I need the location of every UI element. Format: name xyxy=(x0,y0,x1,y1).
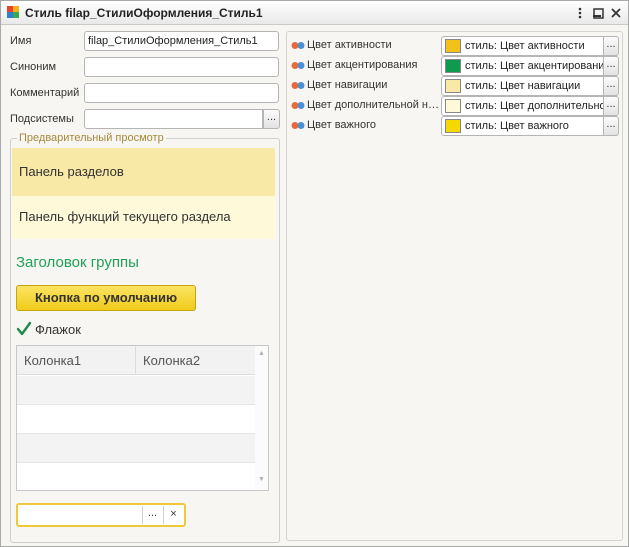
left-pane: Имя filap_СтилиОформления_Стиль1 Синоним… xyxy=(8,30,284,543)
color-value: стиль: Цвет важного xyxy=(465,120,569,132)
color-value: стиль: Цвет активности xyxy=(465,40,585,52)
color-name: Цвет важного xyxy=(307,119,376,131)
table-row[interactable] xyxy=(17,376,255,405)
color-value: стиль: Цвет навигации xyxy=(465,80,581,92)
more-actions-button[interactable] xyxy=(571,4,589,22)
color-row[interactable]: Цвет акцентирования стиль: Цвет акцентир… xyxy=(291,56,619,76)
color-attribute-icon xyxy=(291,62,305,69)
title-bar[interactable]: Стиль filap_СтилиОформления_Стиль1 xyxy=(1,1,628,25)
app-icon xyxy=(7,6,19,18)
table-row[interactable] xyxy=(17,434,255,463)
preview-group: Предварительный просмотр Панель разделов… xyxy=(10,132,280,543)
clear-button[interactable]: × xyxy=(163,506,183,524)
preview-title: Предварительный просмотр xyxy=(17,132,166,144)
table-row[interactable] xyxy=(17,405,255,434)
synonym-field[interactable] xyxy=(84,57,279,77)
maximize-icon xyxy=(592,7,604,19)
color-value-field[interactable]: стиль: Цвет навигации xyxy=(441,76,604,96)
window-title: Стиль filap_СтилиОформления_Стиль1 xyxy=(25,6,263,20)
restore-button[interactable] xyxy=(589,4,607,22)
sections-panel[interactable]: Панель разделов xyxy=(12,148,275,196)
checkmark-icon[interactable] xyxy=(16,321,32,337)
color-attribute-icon xyxy=(291,102,305,109)
subsystems-field[interactable] xyxy=(84,109,263,129)
group-header: Заголовок группы xyxy=(16,254,139,271)
subsystems-label: Подсистемы xyxy=(10,113,74,125)
color-swatch xyxy=(445,119,461,133)
form-area: Имя filap_СтилиОформления_Стиль1 Синоним… xyxy=(4,28,625,544)
more-actions-icon xyxy=(578,7,582,19)
color-swatch xyxy=(445,39,461,53)
comment-field[interactable] xyxy=(84,83,279,103)
comment-label: Комментарий xyxy=(10,87,80,99)
color-row[interactable]: Цвет навигации стиль: Цвет навигации ... xyxy=(291,76,619,96)
functions-panel[interactable]: Панель функций текущего раздела xyxy=(12,196,275,239)
color-picker-button[interactable]: ... xyxy=(603,36,619,56)
color-row[interactable]: Цвет дополнительной навигации стиль: Цве… xyxy=(291,96,619,116)
column-header[interactable]: Колонка1 xyxy=(17,346,136,375)
checkbox-label: Флажок xyxy=(35,322,81,337)
color-picker-button[interactable]: ... xyxy=(603,96,619,116)
table-header: Колонка1 Колонка2 xyxy=(17,346,255,375)
table-scrollbar[interactable]: ▲ ▼ xyxy=(255,346,268,490)
color-picker-button[interactable]: ... xyxy=(603,56,619,76)
color-value-field[interactable]: стиль: Цвет акцентирования xyxy=(441,56,604,76)
color-attribute-icon xyxy=(291,82,305,89)
style-editor-window: Стиль filap_СтилиОформления_Стиль1 Имя f… xyxy=(0,0,629,547)
select-button[interactable]: ... xyxy=(142,506,162,524)
color-name: Цвет навигации xyxy=(307,79,388,91)
color-name: Цвет активности xyxy=(307,39,392,51)
color-value: стиль: Цвет дополнительной навигации xyxy=(465,100,604,112)
color-swatch xyxy=(445,79,461,93)
bottom-input-field[interactable]: ... × xyxy=(16,503,186,527)
close-icon xyxy=(611,8,621,18)
synonym-label: Синоним xyxy=(10,61,57,73)
colors-pane: Цвет активности стиль: Цвет активности .… xyxy=(286,31,623,541)
scroll-up-icon[interactable]: ▲ xyxy=(258,350,265,357)
color-name: Цвет акцентирования xyxy=(307,59,418,71)
color-picker-button[interactable]: ... xyxy=(603,116,619,136)
color-value-field[interactable]: стиль: Цвет активности xyxy=(441,36,604,56)
color-attribute-icon xyxy=(291,122,305,129)
color-value: стиль: Цвет акцентирования xyxy=(465,60,604,72)
color-name: Цвет дополнительной навигации xyxy=(307,99,441,111)
preview-table[interactable]: Колонка1 Колонка2 ▲ ▼ xyxy=(16,345,269,491)
color-picker-button[interactable]: ... xyxy=(603,76,619,96)
color-swatch xyxy=(445,99,461,113)
close-button[interactable] xyxy=(607,4,625,22)
subsystems-picker-button[interactable]: ... xyxy=(263,109,280,129)
column-header[interactable]: Колонка2 xyxy=(136,346,255,375)
scroll-down-icon[interactable]: ▼ xyxy=(258,476,265,483)
color-attribute-icon xyxy=(291,42,305,49)
color-value-field[interactable]: стиль: Цвет важного xyxy=(441,116,604,136)
color-row[interactable]: Цвет активности стиль: Цвет активности .… xyxy=(291,36,619,56)
name-label: Имя xyxy=(10,35,32,47)
default-button[interactable]: Кнопка по умолчанию xyxy=(16,285,196,311)
color-value-field[interactable]: стиль: Цвет дополнительной навигации xyxy=(441,96,604,116)
color-swatch xyxy=(445,59,461,73)
color-row[interactable]: Цвет важного стиль: Цвет важного ... xyxy=(291,116,619,136)
name-field[interactable]: filap_СтилиОформления_Стиль1 xyxy=(84,31,279,51)
